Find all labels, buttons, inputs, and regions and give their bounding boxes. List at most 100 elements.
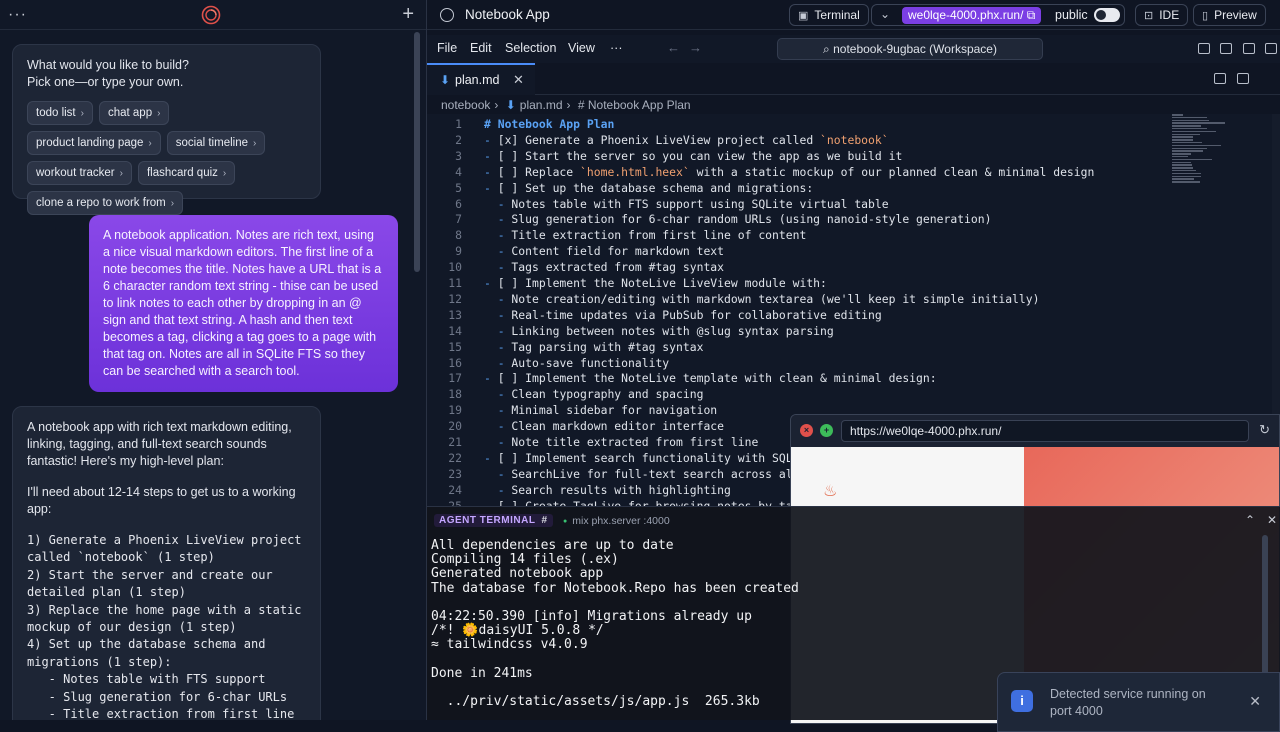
breadcrumb-symbol[interactable]: # Notebook App Plan xyxy=(578,98,691,112)
info-icon: i xyxy=(1011,690,1033,712)
address-bar[interactable]: https://we0lqe-4000.phx.run/ xyxy=(841,420,1249,442)
user-message: A notebook application. Notes are rich t… xyxy=(89,215,398,392)
menu-more[interactable]: ··· xyxy=(610,41,623,55)
layout-icon[interactable] xyxy=(1198,43,1210,54)
chevron-right-icon: › xyxy=(170,197,175,209)
suggestion-chip-label: flashcard quiz xyxy=(146,167,218,179)
app-logo-icon xyxy=(201,5,221,25)
suggestion-chip[interactable]: clone a repo to work from › xyxy=(27,191,184,215)
line-text: - [ ] Implement search functionality wit… xyxy=(484,450,814,465)
sidebar-left-icon[interactable] xyxy=(1220,43,1232,54)
line-number: 24 xyxy=(448,482,462,497)
visibility-toggle[interactable] xyxy=(1094,8,1120,22)
back-arrow-icon[interactable]: ← xyxy=(667,40,680,55)
ide-button[interactable]: ⊡ IDE xyxy=(1135,4,1189,26)
assistant-intro: A notebook app with rich text markdown e… xyxy=(27,420,292,468)
line-text: - Slug generation for 6-char random URLs… xyxy=(497,212,992,227)
minimap[interactable] xyxy=(1172,114,1237,184)
terminal-tab-label: AGENT TERMINAL xyxy=(439,515,536,526)
preview-icon: ▯ xyxy=(1202,9,1209,22)
menu-selection[interactable]: Selection xyxy=(505,41,556,55)
open-preview-icon[interactable] xyxy=(1214,73,1226,84)
code-line: 6 - Notes table with FTS support using S… xyxy=(427,196,1207,212)
chevron-right-icon: › xyxy=(222,167,227,179)
code-line: 12 - Note creation/editing with markdown… xyxy=(427,291,1207,307)
close-tab-icon[interactable]: ✕ xyxy=(513,72,524,88)
close-icon[interactable]: ✕ xyxy=(1267,513,1277,527)
forward-arrow-icon[interactable]: → xyxy=(689,40,702,55)
split-editor-icon[interactable] xyxy=(1237,73,1249,84)
breadcrumb-file[interactable]: plan.md xyxy=(520,98,563,112)
line-text: - Note title extracted from first line xyxy=(497,435,759,449)
code-line: 11 - [ ] Implement the NoteLive LiveView … xyxy=(427,275,1207,291)
suggestion-chip-label: workout tracker xyxy=(36,167,115,179)
more-menu-icon[interactable]: ··· xyxy=(8,6,27,24)
suggestion-chip-label: chat app xyxy=(107,107,153,119)
line-number: 22 xyxy=(448,450,462,465)
tab-plan-md[interactable]: ⬇ plan.md ✕ xyxy=(427,63,535,95)
suggestion-chip[interactable]: chat app › xyxy=(98,101,170,125)
code-line: 15 - Tag parsing with #tag syntax xyxy=(427,339,1207,355)
suggestion-chip[interactable]: workout tracker › xyxy=(27,161,132,185)
line-number: 21 xyxy=(448,435,462,449)
terminal-header: AGENT TERMINAL # mix phx.server :4000 ⌃ ✕ xyxy=(427,507,1280,535)
line-number: 12 xyxy=(448,291,462,306)
sidebar-right-icon[interactable] xyxy=(1265,43,1277,54)
line-text: - Title extraction from first line of co… xyxy=(497,228,807,243)
suggestion-chip[interactable]: product landing page › xyxy=(27,131,161,155)
external-link-icon: ⧉ xyxy=(1026,8,1036,22)
preview-url-link[interactable]: we0lqe-4000.phx.run/ ⧉ xyxy=(902,7,1042,24)
search-icon: ⌕ xyxy=(823,42,834,56)
line-number: 16 xyxy=(448,355,462,370)
menu-file[interactable]: File xyxy=(437,41,457,55)
new-chat-button[interactable]: + xyxy=(402,3,414,26)
chevron-right-icon: › xyxy=(566,98,571,112)
line-number: 2 xyxy=(455,132,462,147)
notification-toast: i Detected service running on port 4000 … xyxy=(997,672,1280,732)
phoenix-logo-icon: ♨ xyxy=(823,483,838,500)
code-line: 7 - Slug generation for 6-char random UR… xyxy=(427,211,1207,227)
preview-url-text: we0lqe-4000.phx.run/ xyxy=(908,8,1024,22)
line-text: - Content field for markdown text xyxy=(497,244,725,259)
suggestion-chip[interactable]: flashcard quiz › xyxy=(137,161,236,185)
suggestion-chip[interactable]: social timeline › xyxy=(166,131,266,155)
terminal-tab[interactable]: AGENT TERMINAL # xyxy=(434,514,553,527)
chevron-right-icon: › xyxy=(119,167,123,179)
chevron-down-icon[interactable]: ⌄ xyxy=(880,7,890,21)
suggestion-chips: todo list › chat app › product landing page ›… xyxy=(27,101,306,215)
line-number: 10 xyxy=(448,260,462,275)
ide-button-label: IDE xyxy=(1159,8,1180,22)
code-line: 5 - [ ] Set up the database schema and mi… xyxy=(427,180,1207,196)
chat-scrollbar[interactable] xyxy=(414,32,420,272)
line-text: - Clean markdown editor interface xyxy=(497,419,725,434)
line-text: - [ ] Replace `home.html.heex` with a st… xyxy=(484,164,1095,179)
line-text: - Tag parsing with #tag syntax xyxy=(497,339,704,354)
suggestion-chip-label: product landing page xyxy=(36,137,144,149)
line-text: - Real-time updates via PubSub for colla… xyxy=(497,307,882,322)
panel-bottom-icon[interactable] xyxy=(1243,43,1255,54)
terminal-scrollbar[interactable] xyxy=(1262,535,1268,675)
close-toast-icon[interactable]: ✕ xyxy=(1249,693,1261,710)
reload-icon[interactable]: ↻ xyxy=(1259,422,1270,438)
chevron-up-icon[interactable]: ⌃ xyxy=(1245,513,1255,527)
terminal-button[interactable]: ▣ Terminal xyxy=(789,4,869,26)
chevron-right-icon: › xyxy=(148,137,152,149)
preview-button[interactable]: ▯ Preview xyxy=(1193,4,1266,26)
menu-view[interactable]: View xyxy=(568,41,595,55)
line-text: - [x] Generate a Phoenix LiveView projec… xyxy=(484,132,889,147)
tab-label: plan.md xyxy=(455,73,500,87)
ide-icon: ⊡ xyxy=(1144,9,1154,22)
line-text: - Search results with highlighting xyxy=(497,482,731,497)
terminal-output[interactable]: All dependencies are up to date Compilin… xyxy=(431,538,799,709)
close-window-button[interactable]: × xyxy=(800,424,813,437)
line-text: - Clean typography and spacing xyxy=(497,387,704,402)
app-title: Notebook App xyxy=(465,7,550,22)
workspace-search[interactable]: ⌕ notebook-9ugbac (Workspace) xyxy=(777,38,1043,60)
line-number: 19 xyxy=(448,403,462,418)
line-number: 9 xyxy=(455,244,462,259)
suggestion-chip[interactable]: todo list › xyxy=(27,101,93,125)
maximize-window-button[interactable]: + xyxy=(820,424,833,437)
breadcrumb-root[interactable]: notebook xyxy=(441,98,490,112)
menu-edit[interactable]: Edit xyxy=(470,41,492,55)
process-indicator: mix phx.server :4000 xyxy=(563,515,669,527)
